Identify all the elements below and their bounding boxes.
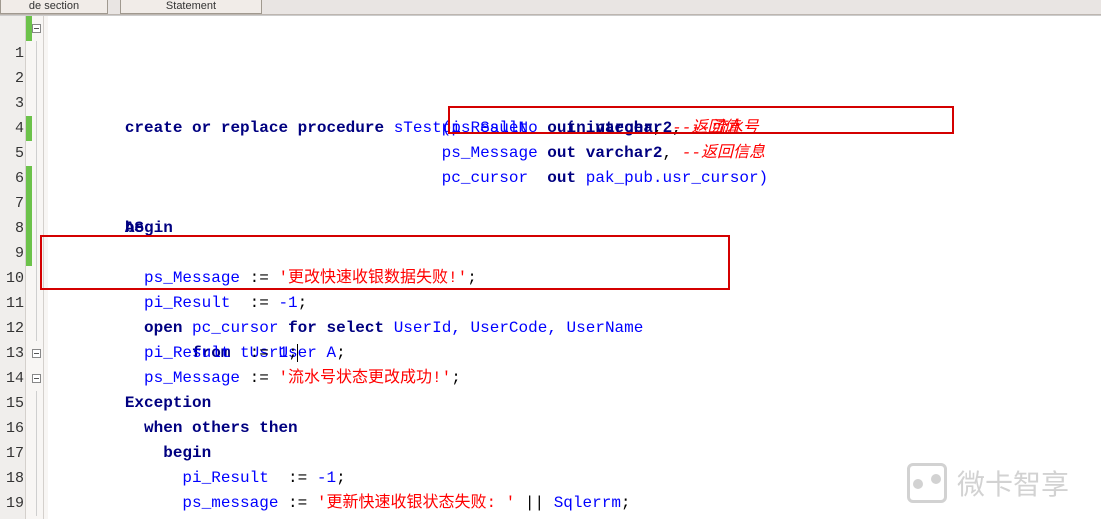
watermark-icon [907,463,947,503]
line-number: 5 [0,141,26,166]
tab-bar: de section Statement [0,0,1101,15]
line-number: 3 [0,91,26,116]
code-line[interactable]: 14 when others then [48,341,1101,366]
code-line[interactable]: 8 pi_Result := -1; [48,191,1101,216]
line-number: 16 [0,416,26,441]
line-number: 1 [0,41,26,66]
code-line[interactable]: 4 pc_cursor out pak_pub.usr_cursor) [48,91,1101,116]
code-line[interactable]: 9 open pc_cursor for select UserId, User… [48,216,1101,241]
line-number: 4 [0,116,26,141]
line-number: 9 [0,241,26,266]
code-line[interactable]: 2 pi_Result out integer, --返回值 [48,41,1101,66]
line-number: 13 [0,341,26,366]
line-number: 17 [0,441,26,466]
code-line[interactable]: 10 from tUsrUser A; [48,241,1101,266]
change-marker [26,216,32,241]
fold-toggle-icon[interactable] [32,374,41,383]
code-line[interactable]: 6 begin [48,141,1101,166]
line-number: 10 [0,266,26,291]
code-editor[interactable]: 1 create or replace procedure sTest(ps_S… [0,15,1101,519]
change-marker [26,191,32,216]
code-line[interactable]: 16 pi_Result := -1; [48,391,1101,416]
editor-window: de section Statement 1 create or replace… [0,0,1101,519]
line-number: 7 [0,191,26,216]
line-number: 12 [0,316,26,341]
code-line[interactable]: 12 ps_Message := '流水号状态更改成功!'; [48,291,1101,316]
code-line[interactable]: 3 ps_Message out varchar2, --返回信息 [48,66,1101,91]
change-marker [26,116,32,141]
line-number: 6 [0,166,26,191]
change-marker-gutter [26,16,44,519]
change-marker [26,241,32,266]
fold-toggle-icon[interactable] [32,24,41,33]
tab-code-section[interactable]: de section [0,0,108,14]
fold-toggle-icon[interactable] [32,349,41,358]
watermark-text: 微卡智享 [957,463,1069,503]
code-content[interactable]: 1 create or replace procedure sTest(ps_S… [48,16,1101,519]
line-number: 11 [0,291,26,316]
change-marker [26,166,32,191]
code-line[interactable]: 11 pi_Result := 1; [48,266,1101,291]
code-line[interactable]: 15 begin [48,366,1101,391]
line-number: 14 [0,366,26,391]
line-number: 15 [0,391,26,416]
code-line[interactable]: 5 AS [48,116,1101,141]
line-number: 18 [0,466,26,491]
code-line[interactable]: 7 ps_Message := '更改快速收银数据失败!'; [48,166,1101,191]
watermark: 微卡智享 [907,463,1069,503]
line-number: 19 [0,491,26,516]
tab-statement[interactable]: Statement [120,0,262,14]
code-line[interactable]: 13 Exception [48,316,1101,341]
line-number: 8 [0,216,26,241]
code-line[interactable]: 17 ps_message := '更新快速收银状态失败: ' || Sqler… [48,416,1101,441]
code-line[interactable]: 1 create or replace procedure sTest(ps_S… [48,16,1101,41]
line-number: 2 [0,66,26,91]
